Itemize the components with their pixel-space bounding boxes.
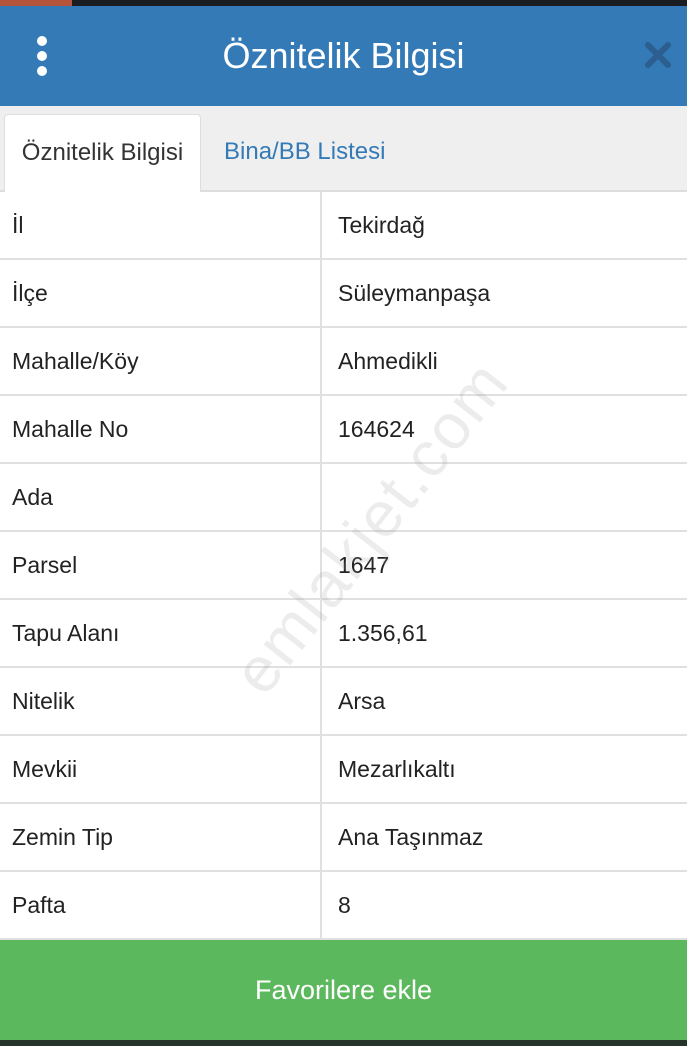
table-row: İlçe Süleymanpaşa [0,260,687,328]
column-divider [320,328,322,394]
column-divider [320,396,322,462]
row-value: Mezarlıkaltı [338,756,456,782]
row-label: Parsel [12,552,78,578]
column-divider [320,192,322,258]
row-label: Mevkii [12,756,78,782]
add-to-favorites-button[interactable]: Favorilere ekle [0,940,687,1040]
row-value: Süleymanpaşa [338,280,491,306]
column-divider [320,260,322,326]
table-row: Pafta 8 [0,872,687,940]
row-value: 1.356,61 [338,620,428,646]
row-value: Arsa [338,688,386,714]
tab-attribute-info[interactable]: Öznitelik Bilgisi [4,114,201,194]
table-row: Ada [0,464,687,532]
row-value: 164624 [338,416,415,442]
table-row: Zemin Tip Ana Taşınmaz [0,804,687,872]
table-row: Tapu Alanı 1.356,61 [0,600,687,668]
row-value: 8 [338,892,351,918]
row-label: Tapu Alanı [12,620,120,646]
row-label: Mahalle/Köy [12,348,139,374]
row-label: Zemin Tip [12,824,113,850]
table-row: Parsel 1647 [0,532,687,600]
tab-building-list[interactable]: Bina/BB Listesi [208,114,401,194]
row-value: Ahmedikli [338,348,438,374]
panel-title: Öznitelik Bilgisi [222,35,465,76]
row-value [338,464,678,530]
column-divider [320,600,322,666]
tab-bar: Öznitelik Bilgisi Bina/BB Listesi [0,106,687,194]
column-divider [320,532,322,598]
column-divider [320,668,322,734]
column-divider [320,872,322,938]
bottom-edge-strip [0,1040,687,1046]
attribute-table: İl Tekirdağ İlçe Süleymanpaşa Mahalle/Köy Ahm… [0,192,687,940]
row-value: Tekirdağ [338,212,425,238]
more-vertical-icon[interactable] [30,36,54,76]
row-value: 1647 [338,552,390,578]
table-row: İl Tekirdağ [0,192,687,260]
row-label: Nitelik [12,688,75,714]
row-label: Ada [12,484,53,510]
row-label: İl [12,212,24,238]
row-value: Ana Taşınmaz [338,824,484,850]
attribute-info-panel: Öznitelik Bilgisi Öznitelik Bilgisi Bina… [0,0,687,1046]
close-icon[interactable] [643,40,673,70]
table-row: Mahalle/Köy Ahmedikli [0,328,687,396]
column-divider [320,464,322,530]
table-row: Nitelik Arsa [0,668,687,736]
table-row: Mevkii Mezarlıkaltı [0,736,687,804]
column-divider [320,804,322,870]
row-label: Pafta [12,892,66,918]
panel-header: Öznitelik Bilgisi [0,6,687,106]
column-divider [320,736,322,802]
table-row: Mahalle No 164624 [0,396,687,464]
row-label: Mahalle No [12,416,129,442]
row-label: İlçe [12,280,48,306]
